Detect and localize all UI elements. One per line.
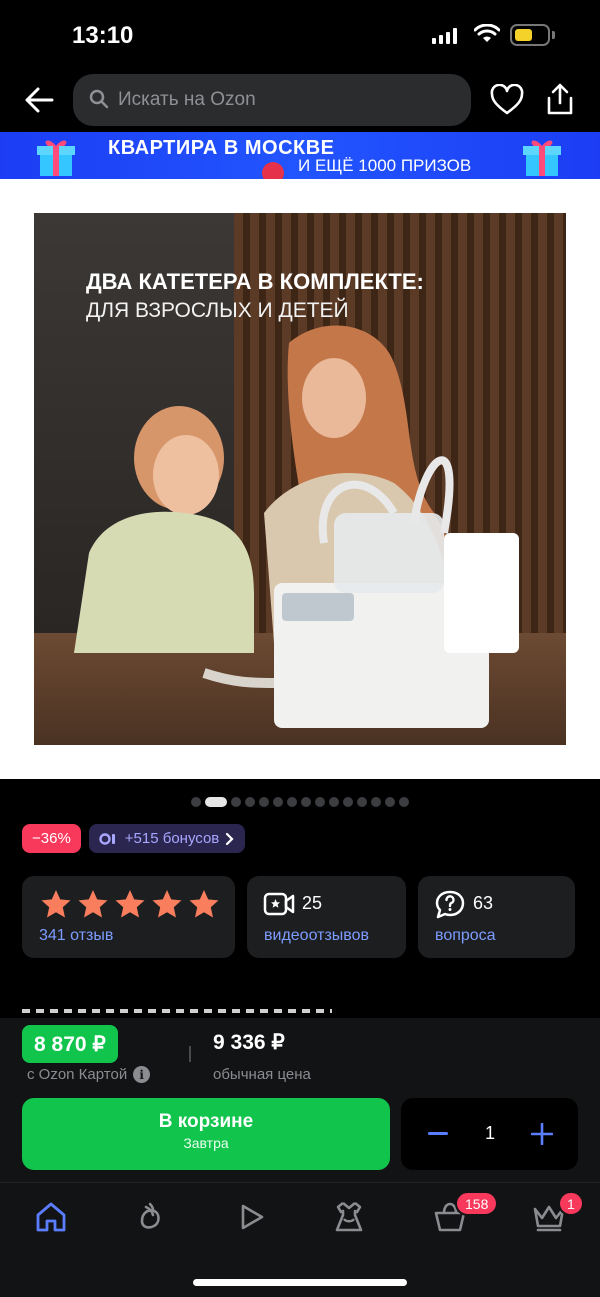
video-reviews-card[interactable]: 25 видеоотзывов: [247, 876, 406, 958]
gallery-dot[interactable]: [371, 797, 381, 807]
cart-badge: 158: [455, 1191, 499, 1216]
bonus-label: +515 бонусов: [124, 830, 220, 847]
product-title-partial: [22, 1003, 332, 1013]
video-icon[interactable]: [233, 1199, 269, 1235]
gallery-dot[interactable]: [385, 797, 395, 807]
fashion-icon[interactable]: [331, 1199, 367, 1235]
search-icon: [89, 89, 109, 109]
battery-cap: [552, 31, 555, 39]
search-placeholder: Искать на Ozon: [118, 89, 256, 110]
banner-subtitle: И ЕЩЁ 1000 ПРИЗОВ: [298, 156, 472, 175]
bonus-icon: [99, 832, 115, 845]
regular-price-label: обычная цена: [213, 1066, 311, 1083]
gallery-dot[interactable]: [245, 797, 255, 807]
star-icon: [41, 890, 71, 918]
star-icon: [189, 890, 219, 918]
regular-price: 9 336 ₽: [213, 1031, 285, 1054]
banner-decoration: [262, 162, 284, 179]
battery-icon: [510, 24, 550, 46]
signal-icon: [432, 28, 457, 44]
image-headline: ДВА КАТЕТЕРА В КОМПЛЕКТЕ:: [86, 269, 424, 294]
minus-icon[interactable]: [428, 1132, 448, 1135]
gallery-dot[interactable]: [315, 797, 325, 807]
wifi-icon: [474, 24, 500, 42]
product-photo[interactable]: ДВА КАТЕТЕРА В КОМПЛЕКТЕ: ДЛЯ ВЗРОСЛЫХ И…: [34, 213, 566, 745]
gallery-dot[interactable]: [259, 797, 269, 807]
star-icon: [152, 890, 182, 918]
question-bubble-icon: [435, 890, 465, 919]
home-indicator: [193, 1279, 407, 1286]
rating-card[interactable]: 341 отзыв: [22, 876, 235, 958]
promo-banner[interactable]: КВАРТИРА В МОСКВЕ И ЕЩЁ 1000 ПРИЗОВ: [0, 132, 600, 179]
video-camera-icon: [263, 892, 295, 916]
product-gallery[interactable]: ДВА КАТЕТЕРА В КОМПЛЕКТЕ: ДЛЯ ВЗРОСЛЫХ И…: [0, 179, 600, 779]
home-icon[interactable]: [33, 1199, 69, 1235]
buy-panel: 8 870 ₽ с Ozon Картой i 9 336 ₽ обычная …: [0, 1018, 600, 1182]
product-tags: −36% +515 бонусов: [22, 824, 246, 853]
search-input[interactable]: Искать на Ozon: [73, 74, 471, 126]
quantity-stepper[interactable]: 1: [401, 1098, 578, 1170]
heart-icon[interactable]: [490, 84, 524, 116]
gallery-dot[interactable]: [273, 797, 283, 807]
plus-icon[interactable]: [531, 1123, 553, 1145]
in-cart-button[interactable]: В корзине Завтра: [22, 1098, 390, 1170]
back-arrow-icon[interactable]: [22, 82, 58, 118]
video-reviews-link[interactable]: видеоотзывов: [264, 927, 369, 945]
questions-card[interactable]: 63 вопроса: [418, 876, 575, 958]
video-count: 25: [302, 893, 323, 913]
share-icon[interactable]: [544, 82, 576, 116]
gallery-dot-active[interactable]: [205, 797, 227, 807]
gift-icon: [37, 140, 75, 176]
status-bar: 13:10: [0, 0, 600, 70]
rating-stars: [40, 889, 220, 919]
image-subheadline: ДЛЯ ВЗРОСЛЫХ И ДЕТЕЙ: [86, 299, 349, 322]
top-bar: Искать на Ozon: [0, 70, 600, 132]
questions-link[interactable]: вопроса: [435, 927, 496, 945]
gallery-dot[interactable]: [357, 797, 367, 807]
price-divider: [189, 1046, 191, 1062]
fresh-icon[interactable]: [132, 1199, 168, 1235]
gallery-dot[interactable]: [191, 797, 201, 807]
gallery-pagination[interactable]: [0, 796, 600, 808]
gallery-dot[interactable]: [329, 797, 339, 807]
ozon-card-price: 8 870 ₽: [22, 1025, 118, 1063]
ozon-card-label[interactable]: с Ozon Картой i: [27, 1066, 151, 1083]
delivery-label: Завтра: [183, 1135, 229, 1151]
cart-button-label: В корзине: [158, 1111, 254, 1132]
gift-icon: [523, 140, 561, 176]
questions-count: 63: [473, 893, 494, 913]
gallery-dot[interactable]: [287, 797, 297, 807]
status-time: 13:10: [72, 22, 134, 49]
gallery-dot[interactable]: [231, 797, 241, 807]
gallery-dot[interactable]: [301, 797, 311, 807]
bonus-badge[interactable]: +515 бонусов: [88, 824, 246, 853]
chevron-right-icon: [226, 832, 234, 845]
premium-badge: 1: [558, 1191, 584, 1216]
reviews-link[interactable]: 341 отзыв: [39, 927, 113, 945]
quantity-value: 1: [484, 1123, 495, 1143]
info-icon[interactable]: i: [133, 1066, 151, 1083]
discount-badge: −36%: [22, 824, 81, 853]
ozon-card-label-text: с Ozon Картой: [27, 1066, 128, 1083]
star-icon: [78, 890, 108, 918]
star-icon: [115, 890, 145, 918]
gallery-dot[interactable]: [399, 797, 409, 807]
gallery-dot[interactable]: [343, 797, 353, 807]
